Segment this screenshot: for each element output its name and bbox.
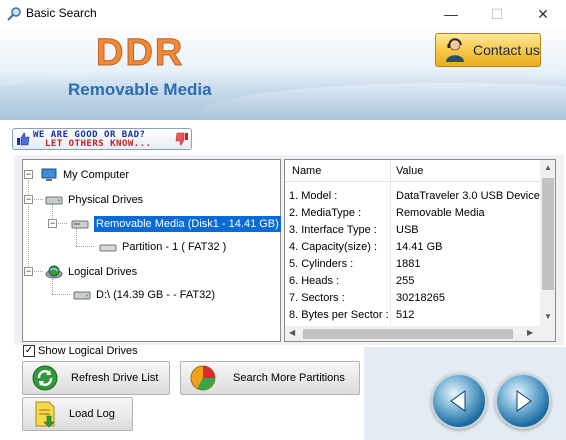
window-title: Basic Search [26, 6, 97, 20]
product-name: Removable Media [68, 80, 212, 99]
feedback-badge[interactable]: WE ARE GOOD OR BAD? LET OTHERS KNOW... [12, 128, 192, 150]
refresh-arrows-icon [32, 365, 58, 391]
contact-us-label: Contact us [473, 42, 540, 58]
property-name: 1. Model : [289, 190, 338, 202]
close-icon: ✕ [537, 5, 549, 22]
property-row[interactable]: 5. Cylinders : 1881 [285, 256, 540, 273]
vertical-scroll-thumb[interactable] [542, 178, 554, 290]
tree-node-label: Physical Drives [68, 194, 144, 206]
property-name: 8. Bytes per Sector : [289, 309, 389, 321]
property-row[interactable]: 6. Heads : 255 [285, 273, 540, 290]
drive-tree[interactable]: − My Computer − Physical Drives − Remova… [22, 159, 282, 342]
show-logical-drives-option[interactable]: ✓ Show Logical Drives [23, 345, 138, 357]
property-row[interactable]: 1. Model : DataTraveler 3.0 USB Device [285, 188, 540, 205]
tree-node-logical-drives[interactable]: Logical Drives [45, 263, 137, 281]
properties-list[interactable]: Name Value 1. Model : DataTraveler 3.0 US… [284, 159, 556, 342]
tree-node-label: D:\ (14.39 GB - - FAT32) [96, 289, 215, 301]
ddr-logo: DDR [95, 32, 185, 75]
expander-physical-drives[interactable]: − [24, 195, 33, 204]
show-logical-drives-checkbox[interactable]: ✓ [23, 345, 35, 357]
next-arrow-icon [516, 390, 532, 412]
scroll-left-icon[interactable]: ◀ [289, 328, 295, 337]
pie-chart-icon [190, 365, 216, 391]
horizontal-scrollbar[interactable]: ◀ ▶ [285, 326, 540, 341]
tree-node-label: My Computer [63, 169, 130, 181]
minimize-icon: — [444, 6, 458, 22]
close-button[interactable]: ✕ [520, 0, 566, 28]
maximize-icon: ☐ [490, 5, 504, 22]
property-value: USB [396, 224, 419, 236]
property-value: 512 [396, 309, 415, 321]
expander-removable-media[interactable]: − [48, 219, 57, 228]
properties-header: Name Value [285, 160, 540, 182]
minimize-button[interactable]: — [428, 0, 474, 28]
property-name: 3. Interface Type : [289, 224, 377, 236]
thumbs-down-icon [175, 132, 188, 146]
property-row[interactable]: 3. Interface Type : USB [285, 222, 540, 239]
property-value: Removable Media [396, 207, 485, 219]
feedback-line-2: LET OTHERS KNOW... [45, 139, 152, 149]
computer-icon [41, 168, 57, 181]
show-logical-drives-label: Show Logical Drives [38, 345, 138, 357]
contact-us-button[interactable]: Contact us [435, 33, 541, 67]
property-row[interactable]: 7. Sectors : 30218265 [285, 290, 540, 307]
property-name: 5. Cylinders : [289, 258, 354, 270]
property-value: DataTraveler 3.0 USB Device [396, 190, 540, 202]
hard-drive-icon [73, 291, 91, 300]
load-log-label: Load Log [69, 408, 115, 420]
person-headset-icon [446, 38, 464, 62]
property-value: 14.41 GB [396, 241, 443, 253]
scroll-right-icon[interactable]: ▶ [527, 328, 533, 337]
property-value: 30218265 [396, 292, 445, 304]
search-app-icon [7, 7, 21, 21]
horizontal-scroll-thumb[interactable] [303, 329, 513, 339]
property-value: 1881 [396, 258, 421, 270]
removable-drive-icon [71, 220, 89, 229]
back-arrow-icon [450, 390, 466, 412]
tree-node-label-selected: Removable Media (Disk1 - 14.41 GB) [93, 215, 282, 233]
partition-icon [99, 244, 117, 252]
search-more-partitions-button[interactable]: Search More Partitions [180, 361, 360, 395]
expander-logical-drives[interactable]: − [24, 267, 33, 276]
scroll-up-icon[interactable]: ▲ [544, 163, 552, 172]
scroll-down-icon[interactable]: ▼ [544, 312, 552, 321]
property-row[interactable]: 2. MediaType : Removable Media [285, 205, 540, 222]
property-row[interactable]: 8. Bytes per Sector : 512 [285, 307, 540, 324]
property-row[interactable]: 4. Capacity(size) : 14.41 GB [285, 239, 540, 256]
property-name: 4. Capacity(size) : [289, 241, 378, 253]
tree-node-partition-1[interactable]: Partition - 1 ( FAT32 ) [99, 238, 226, 256]
tree-node-removable-media[interactable]: Removable Media (Disk1 - 14.41 GB) [71, 215, 282, 233]
property-name: 2. MediaType : [289, 207, 362, 219]
column-header-name[interactable]: Name [292, 165, 321, 177]
property-name: 7. Sectors : [289, 292, 345, 304]
tree-node-my-computer[interactable]: My Computer [40, 166, 129, 184]
title-bar: Basic Search — ☐ ✕ [0, 0, 566, 28]
vertical-scrollbar[interactable]: ▲ ▼ [540, 160, 555, 326]
refresh-drive-list-button[interactable]: Refresh Drive List [22, 361, 170, 395]
refresh-drive-list-label: Refresh Drive List [71, 372, 159, 384]
search-more-partitions-label: Search More Partitions [233, 372, 345, 384]
property-value: 255 [396, 275, 415, 287]
header-banner: DDR Removable Media Contact us [0, 28, 566, 120]
hard-drive-icon [45, 196, 63, 205]
tree-node-physical-drives[interactable]: Physical Drives [45, 191, 143, 209]
tree-node-drive-d[interactable]: D:\ (14.39 GB - - FAT32) [73, 286, 215, 304]
back-button[interactable] [431, 373, 487, 429]
next-button[interactable] [495, 373, 551, 429]
property-name: 6. Heads : [289, 275, 340, 287]
tree-node-label: Logical Drives [68, 266, 138, 278]
tree-node-label: Partition - 1 ( FAT32 ) [122, 241, 227, 253]
globe-drive-icon [45, 265, 63, 279]
maximize-button[interactable]: ☐ [474, 0, 520, 28]
column-header-value[interactable]: Value [396, 165, 423, 177]
expander-my-computer[interactable]: − [24, 170, 33, 179]
load-log-button[interactable]: Load Log [22, 397, 133, 431]
document-arrow-icon [35, 401, 55, 428]
thumbs-up-icon [17, 132, 30, 146]
